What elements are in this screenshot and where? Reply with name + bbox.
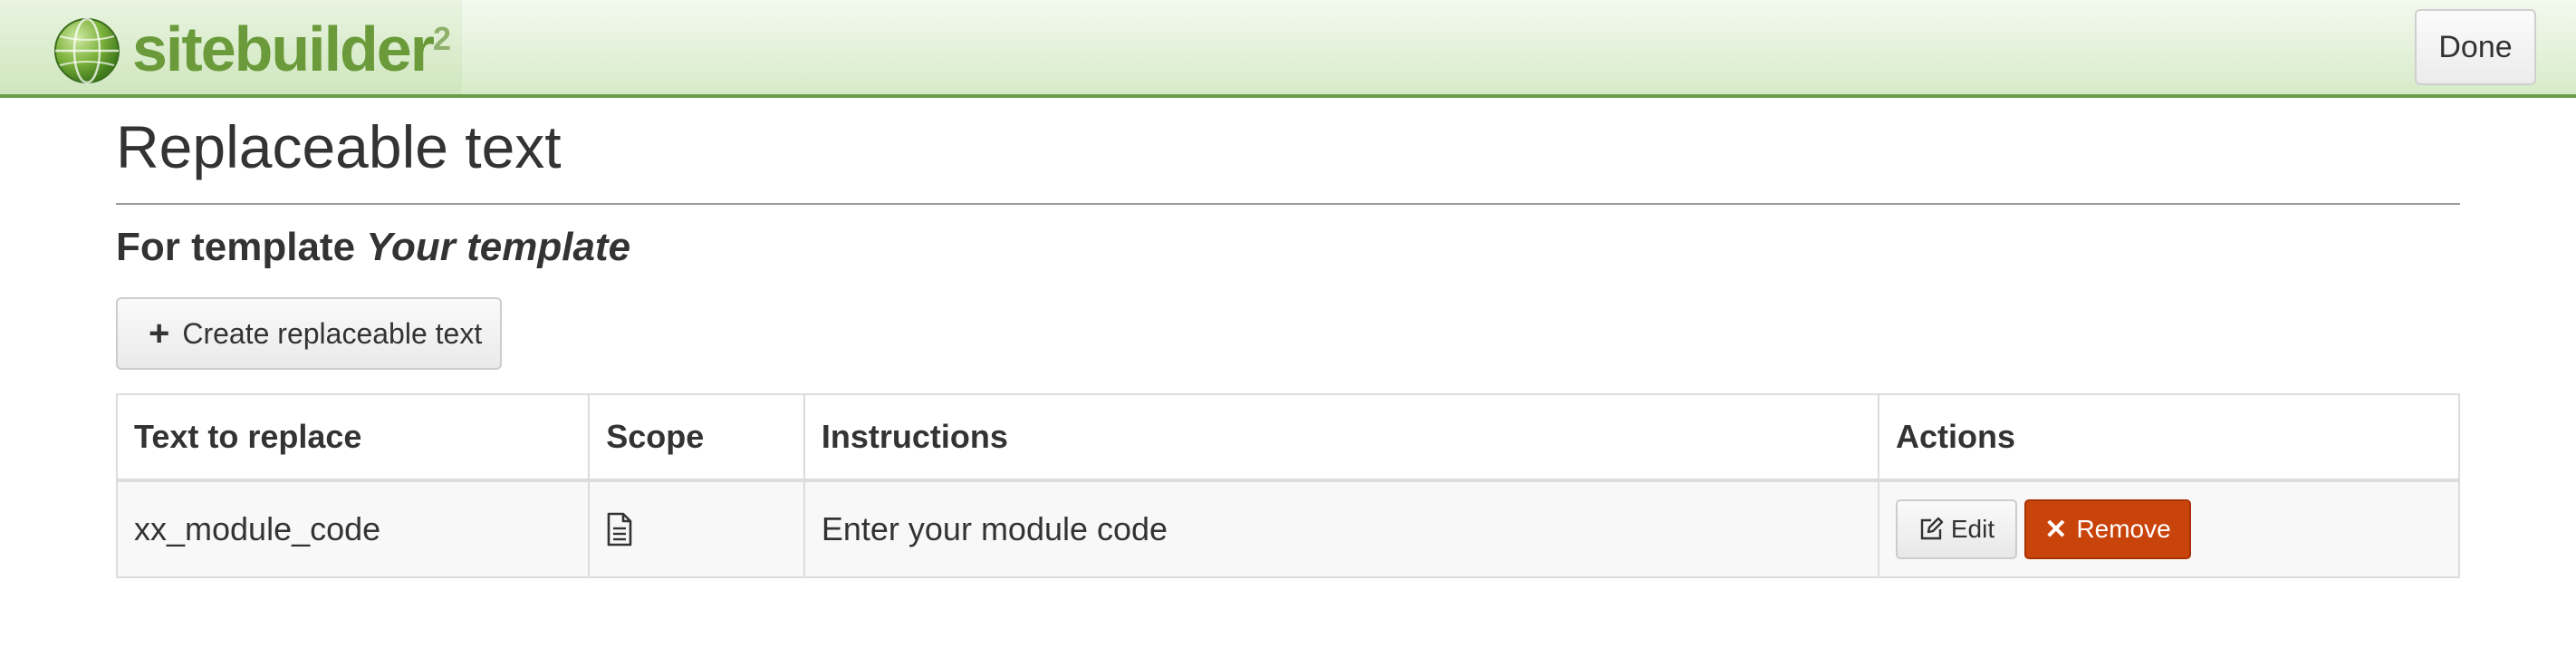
template-subtitle: For template Your template: [116, 225, 630, 270]
edit-icon: [1920, 517, 1944, 540]
document-icon: [607, 512, 632, 547]
page-title: Replaceable text: [116, 113, 562, 180]
logo-wordmark: sitebuilder: [132, 14, 435, 84]
header-scope: Scope: [590, 395, 805, 479]
edit-button-label: Edit: [1950, 515, 1995, 543]
text-to-replace-cell: xx_module_code: [118, 482, 591, 576]
replaceable-text-table: Text to replace Scope Instructions Actio…: [116, 393, 2460, 578]
remove-button-label: Remove: [2076, 515, 2171, 543]
template-name: Your template: [366, 225, 631, 269]
scope-cell: [590, 482, 805, 576]
create-button-label: Create replaceable text: [182, 316, 483, 350]
logo-version: 2: [433, 20, 452, 57]
header-actions: Actions: [1896, 418, 2016, 455]
close-icon: ✕: [2044, 514, 2068, 545]
sitebuilder-logo[interactable]: sitebuilder 2: [0, 0, 462, 94]
subtitle-prefix: For template: [116, 225, 367, 269]
edit-button[interactable]: Edit: [1896, 499, 2017, 559]
title-divider: [116, 203, 2460, 205]
globe-icon: [54, 17, 120, 84]
plus-icon: +: [149, 314, 170, 353]
actions-cell: Edit ✕ Remove: [1879, 482, 2458, 576]
remove-button[interactable]: ✕ Remove: [2024, 499, 2191, 559]
header-instructions: Instructions: [805, 395, 1879, 479]
create-replaceable-text-button[interactable]: + Create replaceable text: [116, 297, 502, 370]
done-button[interactable]: Done: [2415, 9, 2536, 85]
instructions-cell: Enter your module code: [805, 482, 1879, 576]
table-header-row: Text to replace Scope Instructions Actio…: [118, 395, 2458, 482]
app-header: sitebuilder 2 Done: [0, 0, 2576, 98]
header-text-to-replace: Text to replace: [118, 395, 591, 479]
table-row: xx_module_code Enter your module code Ed…: [118, 482, 2458, 576]
